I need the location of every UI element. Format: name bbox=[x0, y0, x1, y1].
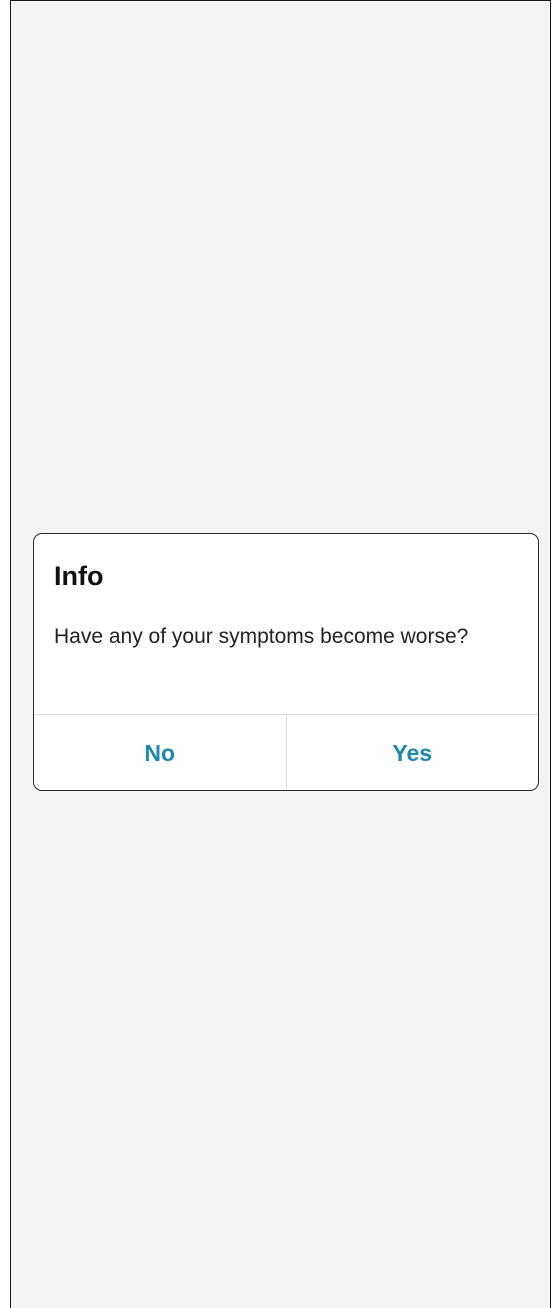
info-dialog: Info Have any of your symptoms become wo… bbox=[33, 533, 539, 791]
dialog-actions: No Yes bbox=[34, 714, 539, 790]
yes-button[interactable]: Yes bbox=[287, 715, 539, 790]
app-screen: Info Have any of your symptoms become wo… bbox=[10, 0, 551, 1308]
no-button[interactable]: No bbox=[34, 715, 287, 790]
dialog-title: Info bbox=[54, 561, 104, 591]
dialog-message: Have any of your symptoms become worse? bbox=[54, 625, 469, 648]
